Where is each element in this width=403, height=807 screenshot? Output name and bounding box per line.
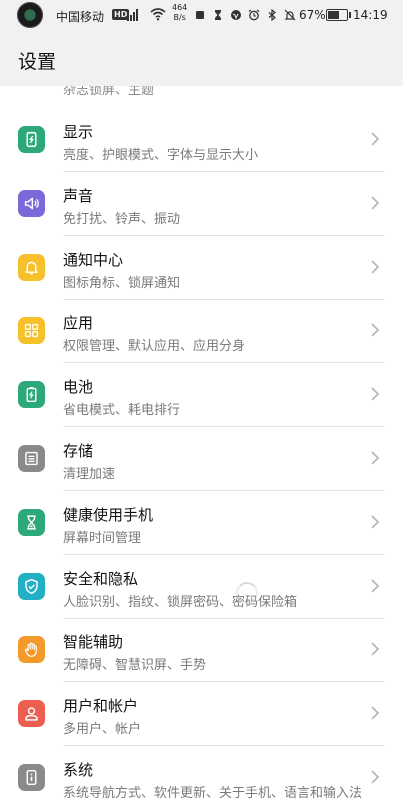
bell-icon [18,253,45,281]
settings-item[interactable]: 安全和隐私人脸识别、指纹、锁屏密码、密码保险箱 [0,555,403,619]
chevron-right-icon [371,387,380,401]
chevron-right-icon [371,642,380,656]
settings-item-subtitle: 杂志锁屏、主题 [63,86,155,98]
settings-item-subtitle: 多用户、帐户 [63,722,142,738]
bluetooth-icon [268,9,276,21]
battery-fill [328,11,340,19]
page-title: 设置 [18,51,57,73]
phone-info-icon [18,764,45,791]
chevron-right-icon [371,770,380,784]
settings-item-title: 智能辅助 [63,633,124,652]
globe-icon [231,10,241,20]
battery-percent: 67% [299,8,326,22]
settings-item-subtitle: 免打扰、铃声、振动 [63,211,181,227]
settings-item[interactable]: 声音免打扰、铃声、振动 [0,172,403,236]
alarm-icon [248,9,260,21]
settings-item-subtitle: 亮度、护眼模式、字体与显示大小 [63,148,259,163]
settings-item[interactable]: 用户和帐户多用户、帐户 [0,682,403,747]
battery-icon [326,9,351,21]
hourglass-status-icon [215,10,221,20]
settings-item[interactable]: 存储 清理加速 [0,427,403,491]
settings-item-title: 健康使用手机 [63,505,154,524]
status-bar: 中国移动 HD 464 B/s 67% 14:19 [0,0,403,30]
display-icon [18,126,45,153]
settings-item-title: 存储 [63,442,94,460]
chevron-right-icon [371,260,380,274]
chevron-right-icon [371,579,380,593]
settings-item[interactable]: 智能辅助无障碍、智慧识屏、手势 [0,618,403,683]
wifi-icon [150,8,166,21]
settings-item-title: 安全和隐私 [63,569,139,588]
mute-bell-icon [284,9,296,21]
settings-item-subtitle: 省电模式、耗电排行 [63,403,181,419]
settings-item-title: 显示 [63,123,94,141]
signal-icon [127,9,138,21]
hourglass-icon [18,508,45,536]
settings-item-subtitle: 屏幕时间管理 [63,530,142,546]
shield-icon [18,572,45,600]
network-speed-value: 464 [172,3,188,12]
settings-item-title: 应用 [63,314,94,333]
settings-item-subtitle: 无障碍、智慧识屏、手势 [63,658,207,674]
settings-item-subtitle: 系统导航方式、软件更新、关于手机、语言和输入法 [63,786,363,801]
chevron-right-icon [371,323,380,337]
clock: 14:19 [353,8,388,22]
carrier-label: 中国移动 [56,10,105,24]
chevron-right-icon [371,515,380,529]
settings-item-subtitle: 清理加速 [63,467,116,482]
settings-item[interactable]: 应用权限管理、默认应用、应用分身 [0,299,403,364]
settings-list[interactable]: 杂志锁屏、主题 显示 亮度、护眼模式、字体与显示大小 声音 免打扰、铃声、振动 通知中心… [0,86,403,807]
loading-spinner [236,582,258,604]
battery-icon [18,381,45,409]
chevron-right-icon [371,196,380,210]
settings-item-title: 系统 [63,761,94,779]
stop-square-icon [196,11,204,19]
network-speed-unit: B/s [173,13,186,22]
settings-item[interactable]: 电池省电模式、耗电排行 [0,363,403,428]
network-speed: 464 B/s [172,3,187,23]
app-notification-icon [17,2,43,28]
settings-item-subtitle: 权限管理、默认应用、应用分身 [63,339,246,355]
app-header: 设置 [0,30,403,86]
settings-item-partial[interactable]: 杂志锁屏、主题 [0,86,403,100]
settings-item-title: 通知中心 [63,250,124,269]
settings-item-title: 用户和帐户 [63,697,139,716]
settings-item[interactable]: 显示亮度、护眼模式、字体与显示大小 [0,108,403,172]
hand-icon [18,636,45,664]
settings-item[interactable]: 系统系统导航方式、软件更新、关于手机、语言和输入法 [0,746,403,807]
apps-grid-icon [18,317,45,345]
sound-icon [18,189,45,217]
user-icon [18,700,45,728]
chevron-right-icon [371,706,380,720]
storage-icon [18,445,45,472]
settings-item-subtitle: 人脸识别、指纹、锁屏密码、密码保险箱 [63,594,298,610]
settings-item-subtitle: 图标角标、锁屏通知 [63,275,181,291]
chevron-right-icon [371,451,380,465]
status-icons [194,6,296,24]
settings-item[interactable]: 通知中心图标角标、锁屏通知 [0,236,403,300]
chevron-right-icon [371,132,380,146]
settings-item-title: 电池 [63,378,94,397]
settings-item-title: 声音 [63,186,94,205]
settings-item[interactable]: 健康使用手机 屏幕时间管理 [0,491,403,555]
